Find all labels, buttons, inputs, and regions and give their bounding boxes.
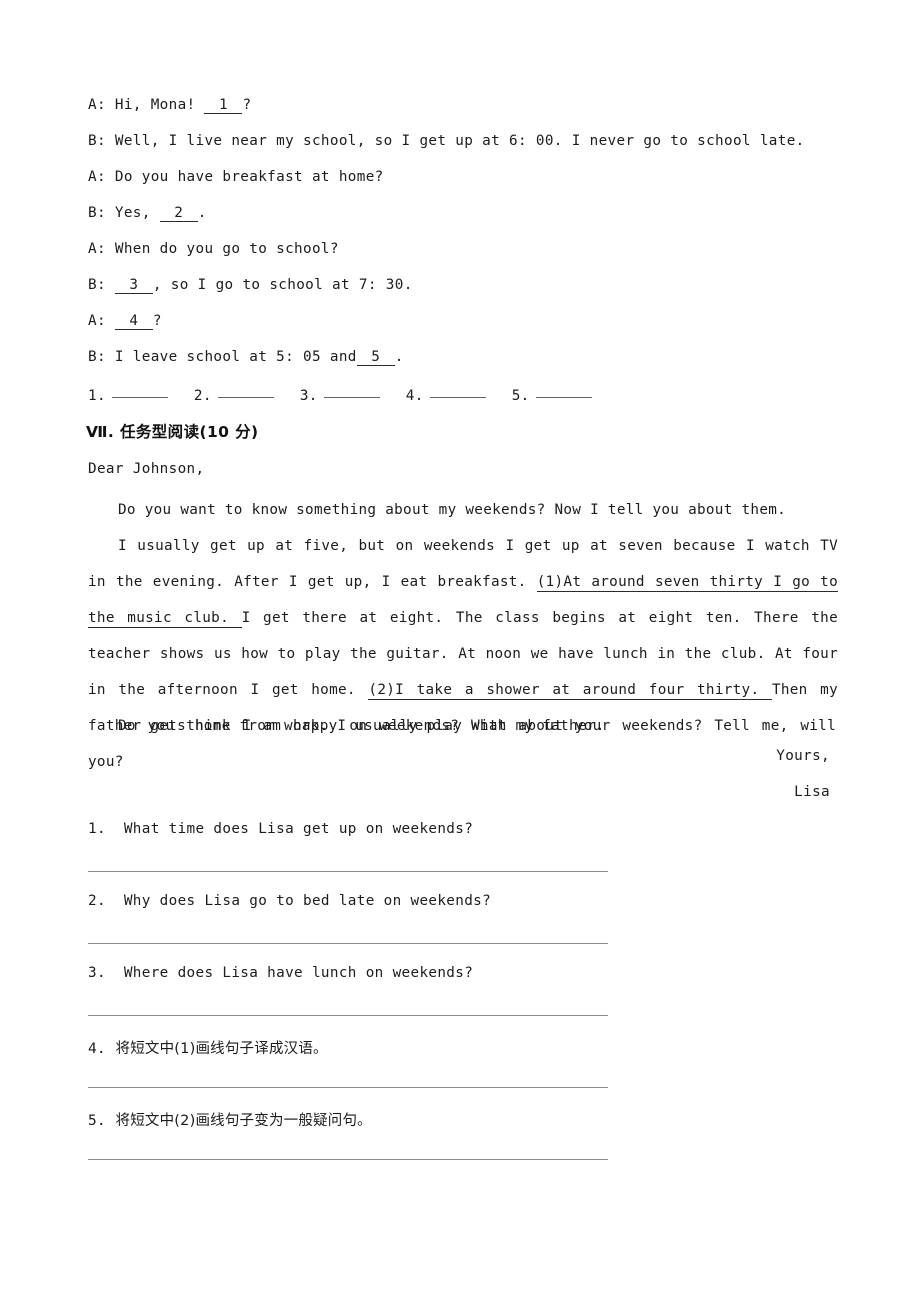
dialogue-speaker: B: [88,205,106,221]
dialogue-blank-2[interactable]: 2 [159,206,198,222]
dialogue-line-6: B: 3, so I go to school at 7: 30. [88,276,836,294]
dialogue-line-2: B: Well, I live near my school, so I get… [88,132,836,150]
question-1: 1. What time does Lisa get up on weekend… [88,821,473,837]
question-text: 将短文中(2)画线句子变为一般疑问句。 [115,1113,372,1129]
dialogue-speaker: B: [88,277,106,293]
answer-slot-number: 4. [405,388,424,404]
answer-slot-rule[interactable] [429,397,486,398]
answer-slot-4[interactable]: 4. [406,388,486,404]
dialogue-speaker: A: [88,241,106,257]
dialogue-text: Hi, Mona! [114,97,205,113]
worksheet-page: A: Hi, Mona! 1? B: Well, I live near my … [0,0,920,1302]
section-heading: Ⅶ. 任务型阅读(10 分) [86,423,259,441]
dialogue-text: I leave school at 5: 05 and [114,349,357,365]
dialogue-blank-1[interactable]: 1 [204,98,243,114]
answer-slot-5[interactable]: 5. [512,388,592,404]
dialogue-line-5: A: When do you go to school? [88,240,836,258]
dialogue-text-post: . [197,205,207,221]
dialogue-text-post: ? [152,313,162,329]
answer-slot-rule[interactable] [323,397,380,398]
letter-paragraph-3: Do you think I am happy on weekends? Wha… [88,718,836,770]
dialogue-line-4: B: Yes, 2. [88,204,836,222]
answer-rule-4[interactable] [88,1087,608,1088]
answer-slot-number: 5. [511,388,530,404]
answer-slot-3[interactable]: 3. [300,388,380,404]
dialogue-speaker: A: [88,169,106,185]
dialogue-line-7: A: 4? [88,312,836,330]
dialogue-answer-row: 1. 2. 3. 4. 5. [88,388,592,404]
question-3: 3. Where does Lisa have lunch on weekend… [88,965,473,981]
answer-rule-1[interactable] [88,871,608,872]
letter-signer: Lisa [88,784,836,800]
dialogue-text-post: , so I go to school at 7: 30. [152,277,413,293]
answer-slot-rule[interactable] [535,397,592,398]
question-text: 将短文中(1)画线句子译成汉语。 [115,1041,328,1057]
question-4: 4. 将短文中(1)画线句子译成汉语。 [88,1037,328,1058]
question-text: Where does Lisa have lunch on weekends? [123,965,474,981]
question-number: 4. [88,1041,106,1057]
dialogue-text-post: . [394,349,404,365]
dialogue-blank-3[interactable]: 3 [114,278,153,294]
dialogue-speaker: A: [88,97,106,113]
dialogue-speaker: A: [88,313,106,329]
letter-closing-text: Yours, [776,748,830,764]
answer-rule-2[interactable] [88,943,608,944]
dialogue-text: Yes, [114,205,160,221]
dialogue-text-post: ? [242,97,252,113]
letter-signer-text: Lisa [794,784,830,800]
question-number: 3. [88,965,106,981]
letter-closing: Yours, [88,748,836,764]
answer-slot-number: 1. [88,388,106,404]
answer-slot-2[interactable]: 2. [194,388,274,404]
dialogue-speaker: B: [88,133,106,149]
answer-slot-number: 2. [193,388,212,404]
question-2: 2. Why does Lisa go to bed late on weeke… [88,893,491,909]
dialogue-text: Do you have breakfast at home? [114,169,384,185]
dialogue-line-8: B: I leave school at 5: 05 and 5. [88,348,836,366]
dialogue-blank-4[interactable]: 4 [114,314,153,330]
answer-slot-1[interactable]: 1. [88,388,168,404]
dialogue-line-1: A: Hi, Mona! 1? [88,96,836,114]
question-text: Why does Lisa go to bed late on weekends… [123,893,492,909]
dialogue-line-3: A: Do you have breakfast at home? [88,168,836,186]
question-5: 5. 将短文中(2)画线句子变为一般疑问句。 [88,1109,372,1130]
answer-slot-rule[interactable] [111,397,168,398]
letter-paragraph-1: Do you want to know something about my w… [118,502,787,518]
dialogue-blank-5[interactable]: 5 [356,350,395,366]
dialogue-text: Well, I live near my school, so I get up… [114,133,805,149]
question-number: 2. [88,893,106,909]
underlined-sentence-2: (2)I take a shower at around four thirty… [368,682,772,700]
dialogue-speaker: B: [88,349,106,365]
answer-slot-number: 3. [299,388,318,404]
answer-slot-rule[interactable] [217,397,274,398]
dialogue-text: When do you go to school? [114,241,339,257]
answer-rule-3[interactable] [88,1015,608,1016]
question-number: 1. [88,821,106,837]
answer-rule-5[interactable] [88,1159,608,1160]
question-text: What time does Lisa get up on weekends? [123,821,474,837]
letter-salutation: Dear Johnson, [88,461,205,477]
question-number: 5. [88,1113,106,1129]
